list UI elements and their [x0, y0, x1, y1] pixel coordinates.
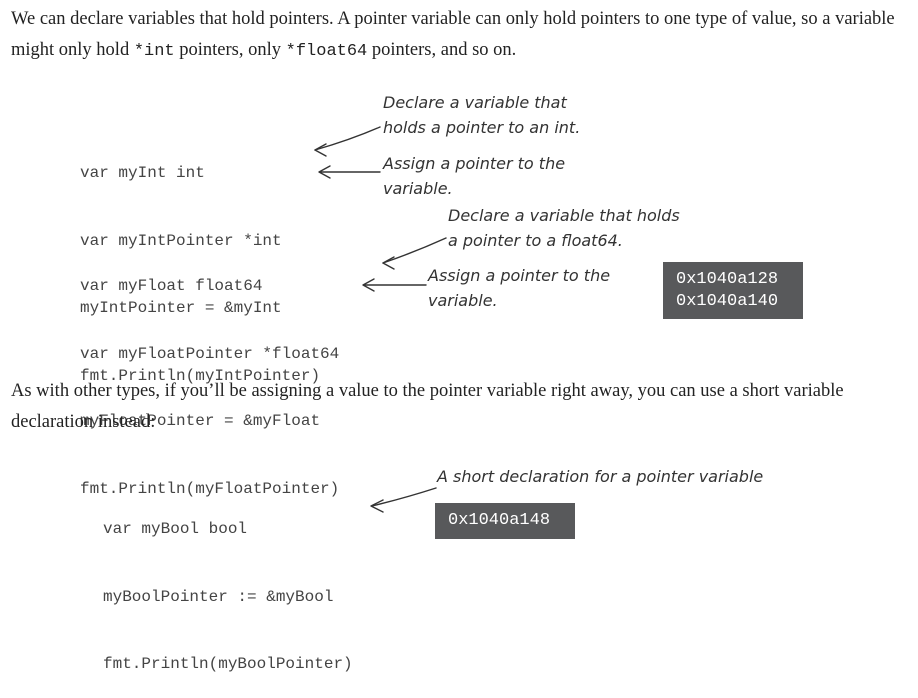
code-example-bool: var myBool bool myBoolPointer := &myBool… [103, 473, 353, 698]
annotation-short-declaration: A short declaration for a pointer variab… [437, 467, 764, 486]
arrow-icon [318, 165, 381, 179]
inline-code-float-pointer: *float64 [285, 42, 368, 61]
output-line: 0x1040a140 [676, 291, 779, 311]
intro-text-3: pointers, and so on. [367, 40, 517, 60]
output-console-bool: 0x1040a148 [435, 503, 575, 539]
code-line: var myFloat float64 [80, 277, 263, 295]
annotation-assign-int-pointer: Assign a pointer to the variable. [383, 154, 566, 198]
output-console-float: 0x1040a128 0x1040a140 [663, 262, 803, 319]
output-line: 0x1040a128 [676, 269, 779, 289]
intro-text-2: pointers, only [174, 40, 286, 60]
code-line: var myInt int [80, 164, 205, 182]
arrow-icon [314, 126, 381, 157]
inline-code-int-pointer: *int [133, 42, 175, 61]
short-declaration-paragraph: As with other types, if you’ll be assign… [11, 381, 844, 432]
code-line: var myBool bool [103, 520, 248, 538]
annotation-declare-int-pointer: Declare a variable that holds a pointer … [383, 93, 581, 137]
arrow-icon [370, 487, 437, 513]
code-line: fmt.Println(myBoolPointer) [103, 655, 353, 673]
code-line: myBoolPointer := &myBool [103, 587, 334, 606]
intro-paragraph: We can declare variables that hold point… [11, 4, 901, 67]
arrow-icon [362, 278, 427, 292]
annotation-declare-float-pointer: Declare a variable that holds a pointer … [448, 206, 680, 250]
code-line: var myFloatPointer *float64 [80, 344, 340, 363]
output-line: 0x1040a148 [448, 511, 551, 530]
annotation-assign-float-pointer: Assign a pointer to the variable. [428, 266, 611, 310]
